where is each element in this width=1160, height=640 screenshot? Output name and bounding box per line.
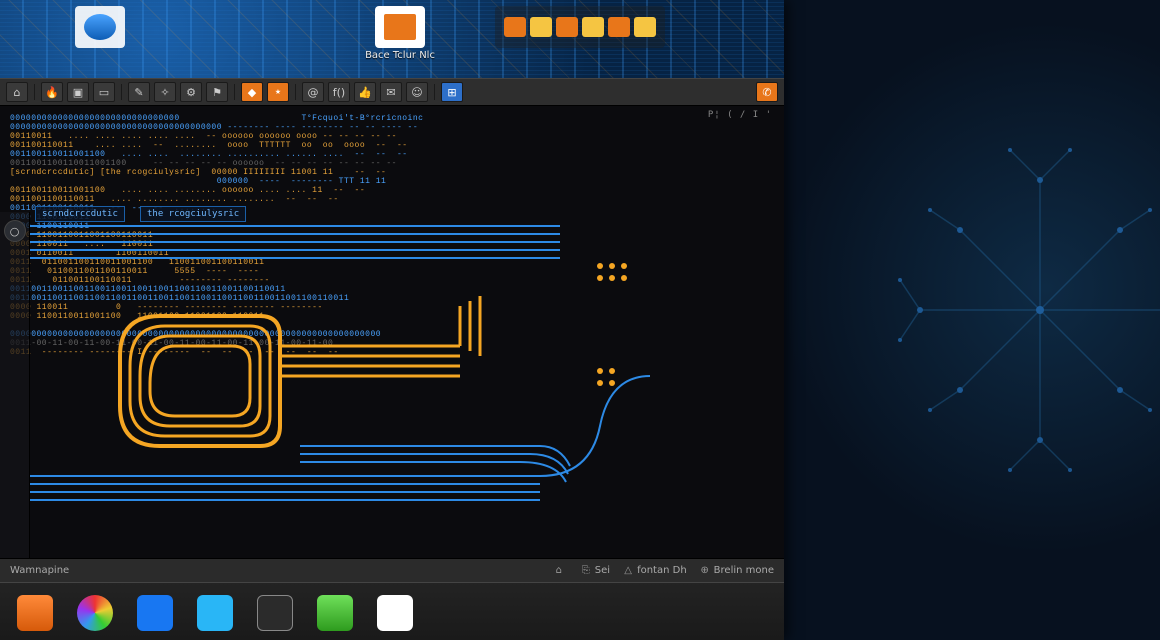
phone-icon[interactable]: ✆ [756, 82, 778, 102]
gear-icon[interactable]: ⚙ [180, 82, 202, 102]
status-item-fontan[interactable]: △ fontan Dh [622, 565, 687, 577]
thumb-icon[interactable]: 👍 [354, 82, 376, 102]
chip-label-0: scrndcrccdutic [35, 206, 125, 222]
triangle-icon: △ [622, 565, 634, 577]
desktop-strip: Bace Tclur Nlc [0, 0, 784, 78]
desktop-icon-group[interactable] [550, 6, 610, 61]
at-icon[interactable]: @ [302, 82, 324, 102]
dock-terminal[interactable] [250, 589, 300, 637]
dock [0, 582, 784, 640]
desktop-icon-2[interactable]: Bace Tclur Nlc [370, 6, 430, 61]
apps-icon[interactable]: ⊞ [441, 82, 463, 102]
dock-social[interactable] [130, 589, 180, 637]
diamond-icon[interactable]: ◆ [241, 82, 263, 102]
window-icon[interactable]: ▭ [93, 82, 115, 102]
chip-label-1: the rcogciulysric [140, 206, 246, 222]
desktop-icon-1[interactable] [70, 6, 130, 61]
home-icon: ⌂ [553, 565, 565, 577]
face-icon[interactable]: ☺ [406, 82, 428, 102]
spark-icon[interactable]: ✧ [154, 82, 176, 102]
dock-browser[interactable] [70, 589, 120, 637]
desktop-wallpaper [780, 0, 1160, 640]
circle-plus-icon: ⊕ [699, 565, 711, 577]
flame-icon[interactable]: 🔥 [41, 82, 63, 102]
grid-icon[interactable]: ▣ [67, 82, 89, 102]
status-item-label: Sei [595, 565, 610, 576]
page-icon: ⎘ [580, 565, 592, 577]
application-window: Bace Tclur Nlc ⌂ 🔥 ▣ ▭ ✎ ✧ ⚙ ⚑ [0, 0, 784, 640]
status-item-sei[interactable]: ⎘ Sei [580, 565, 610, 577]
home-icon[interactable]: ⌂ [6, 82, 28, 102]
status-item-home[interactable]: ⌂ [553, 565, 568, 577]
status-bar: Wamnapine ⌂ ⎘ Sei △ fontan Dh ⊕ Brelin m… [0, 558, 784, 582]
star-icon[interactable]: ⭑ [267, 82, 289, 102]
function-icon[interactable]: f() [328, 82, 350, 102]
dock-game[interactable] [310, 589, 360, 637]
side-launcher: ○ ◐ ⊙ [0, 212, 30, 558]
dock-chat[interactable] [190, 589, 240, 637]
toolbar: ⌂ 🔥 ▣ ▭ ✎ ✧ ⚙ ⚑ ◆ ⭑ @ f() 👍 ✉ ☺ ⊞ ✆ [0, 78, 784, 106]
mail-icon[interactable]: ✉ [380, 82, 402, 102]
tool-select[interactable]: ○ [4, 220, 26, 242]
dock-files[interactable] [370, 589, 420, 637]
status-left-label: Wamnapine [10, 565, 69, 576]
status-item-brelin[interactable]: ⊕ Brelin mone [699, 565, 774, 577]
desktop-icon-label: Bace Tclur Nlc [365, 50, 435, 61]
editor-canvas[interactable]: P¦ ( / I ' 00000000000000000000000000000… [0, 106, 784, 558]
dock-launcher[interactable] [10, 589, 60, 637]
pencil-icon[interactable]: ✎ [128, 82, 150, 102]
circuit-traces [0, 106, 784, 556]
flag-icon[interactable]: ⚑ [206, 82, 228, 102]
status-item-label: Brelin mone [714, 565, 774, 576]
status-item-label: fontan Dh [637, 565, 687, 576]
